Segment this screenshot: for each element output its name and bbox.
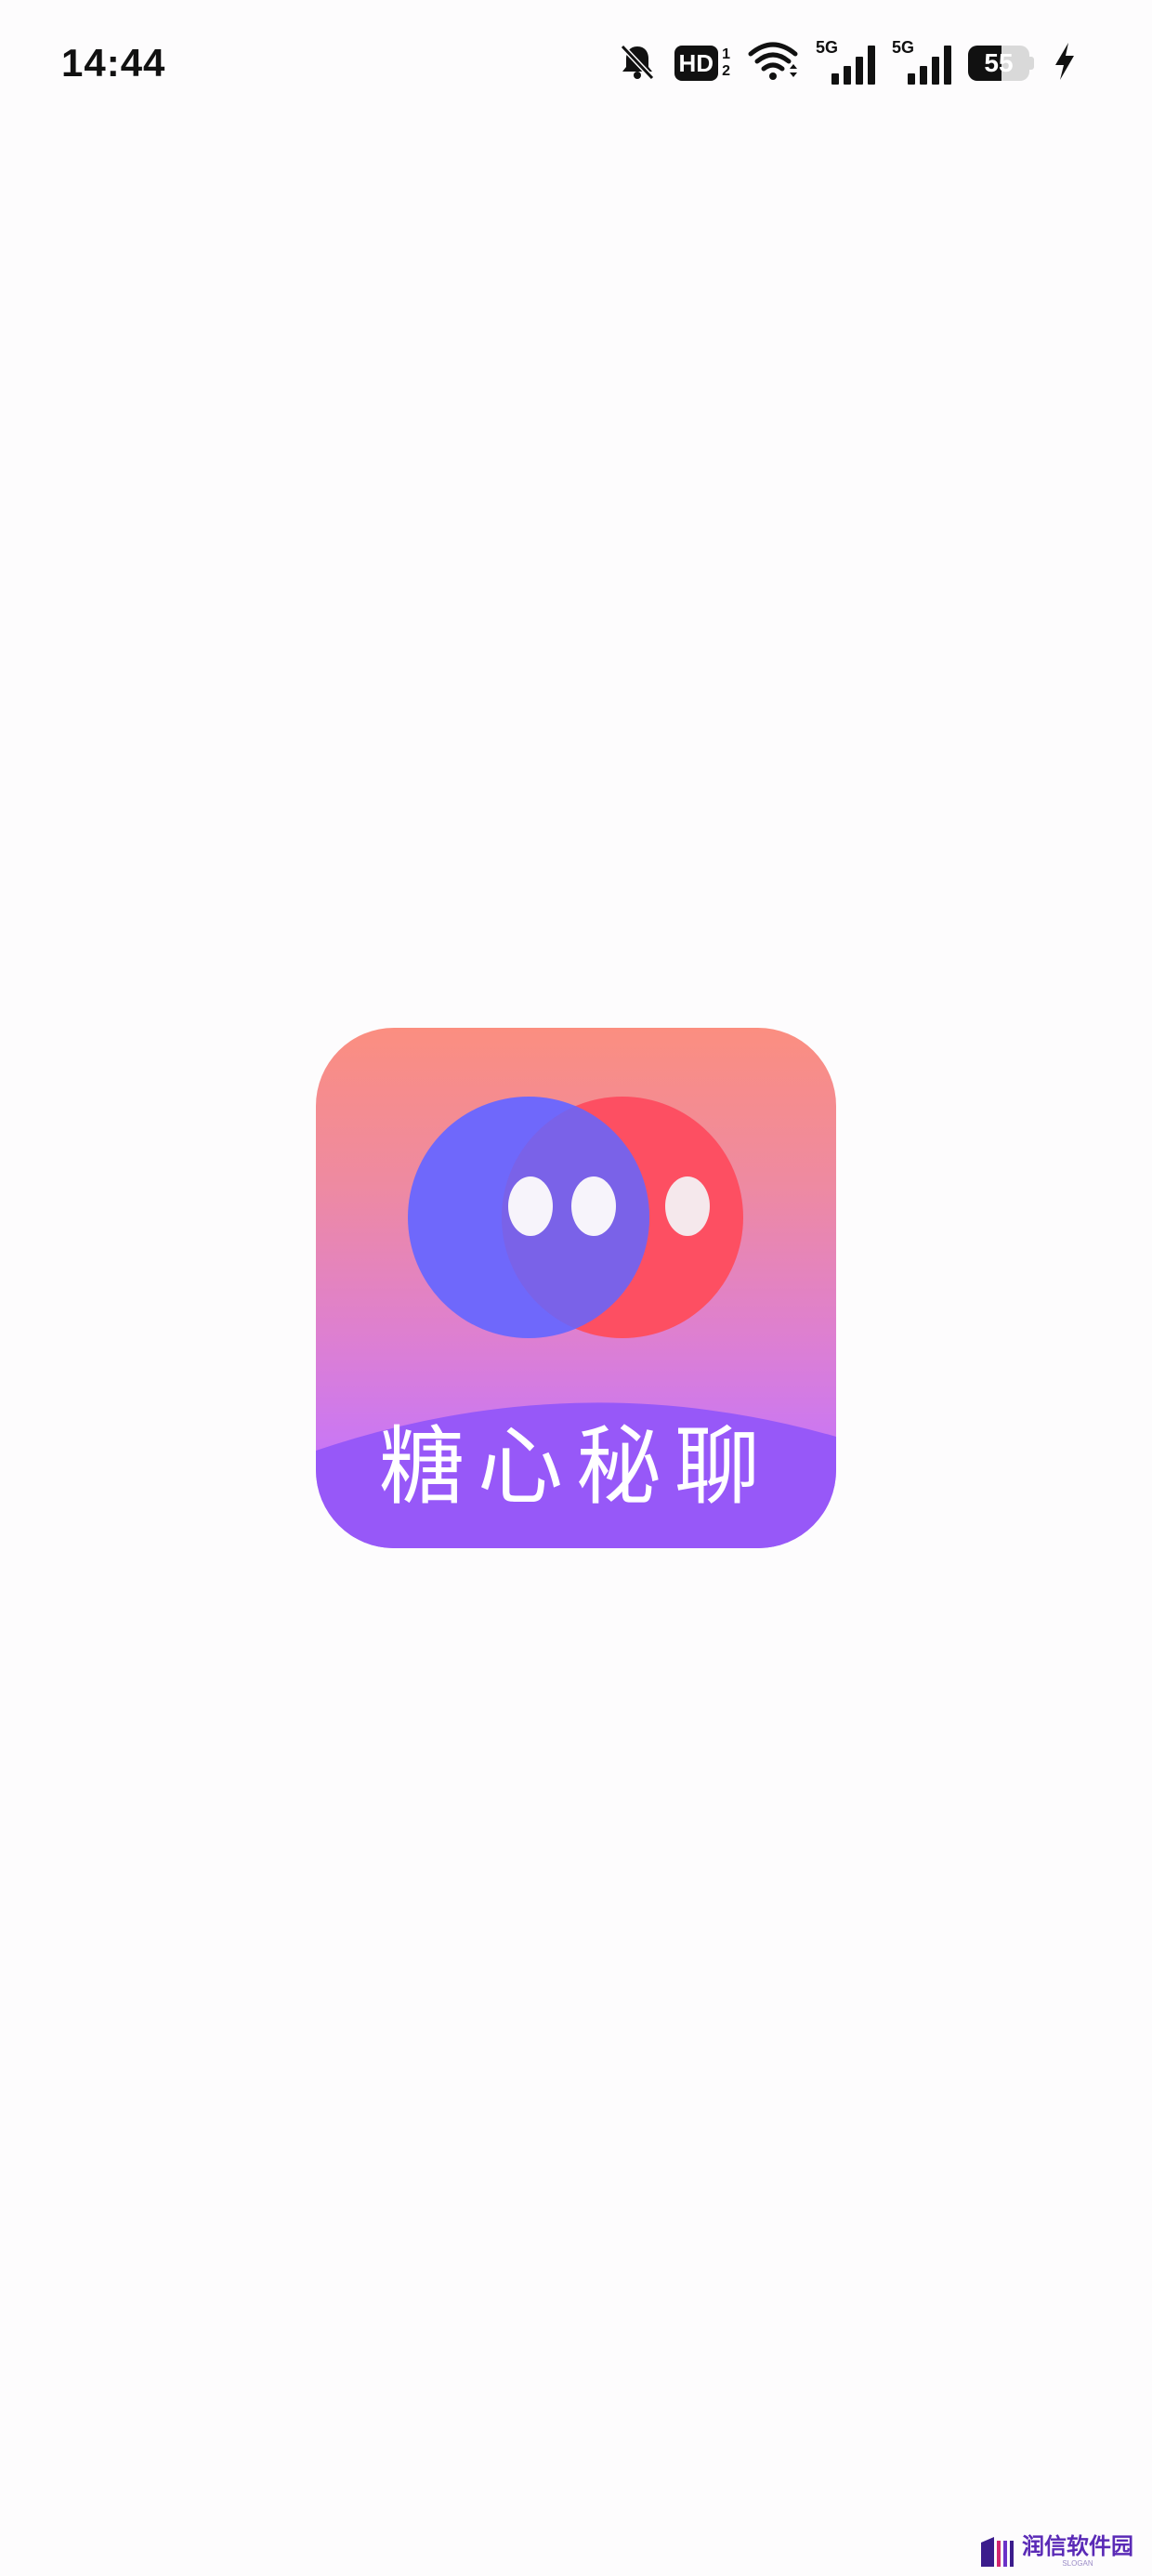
- signal-5g-icon: 5G: [892, 38, 951, 85]
- app-logo: 糖心秘聊: [316, 1028, 836, 1548]
- hd-sub-top: 1: [722, 46, 730, 62]
- signal-5g-icon: 5G: [816, 38, 875, 85]
- status-time: 14:44: [61, 41, 166, 85]
- battery-icon: 55: [968, 46, 1035, 81]
- charging-bolt-icon: [1052, 41, 1078, 86]
- status-icons: HD 1 2 5G 5G 55: [600, 38, 1078, 86]
- bell-muted-icon: [617, 41, 658, 86]
- app-name: 糖心秘聊: [378, 1417, 773, 1517]
- watermark-text: 润信软件园: [1022, 2534, 1133, 2559]
- hd-icon: HD 1 2: [674, 46, 730, 81]
- battery-level: 55: [984, 48, 1014, 77]
- watermark-logo-icon: [981, 2537, 1014, 2567]
- wifi-icon: [747, 41, 799, 86]
- watermark-slogan: SLOGAN: [1062, 2559, 1093, 2568]
- hd-sub-bottom: 2: [722, 63, 730, 79]
- status-bar: 14:44 HD 1 2 5G 5G 55: [0, 0, 1152, 139]
- watermark: 润信软件园 SLOGAN: [979, 2535, 1133, 2569]
- hd-label: HD: [674, 46, 719, 81]
